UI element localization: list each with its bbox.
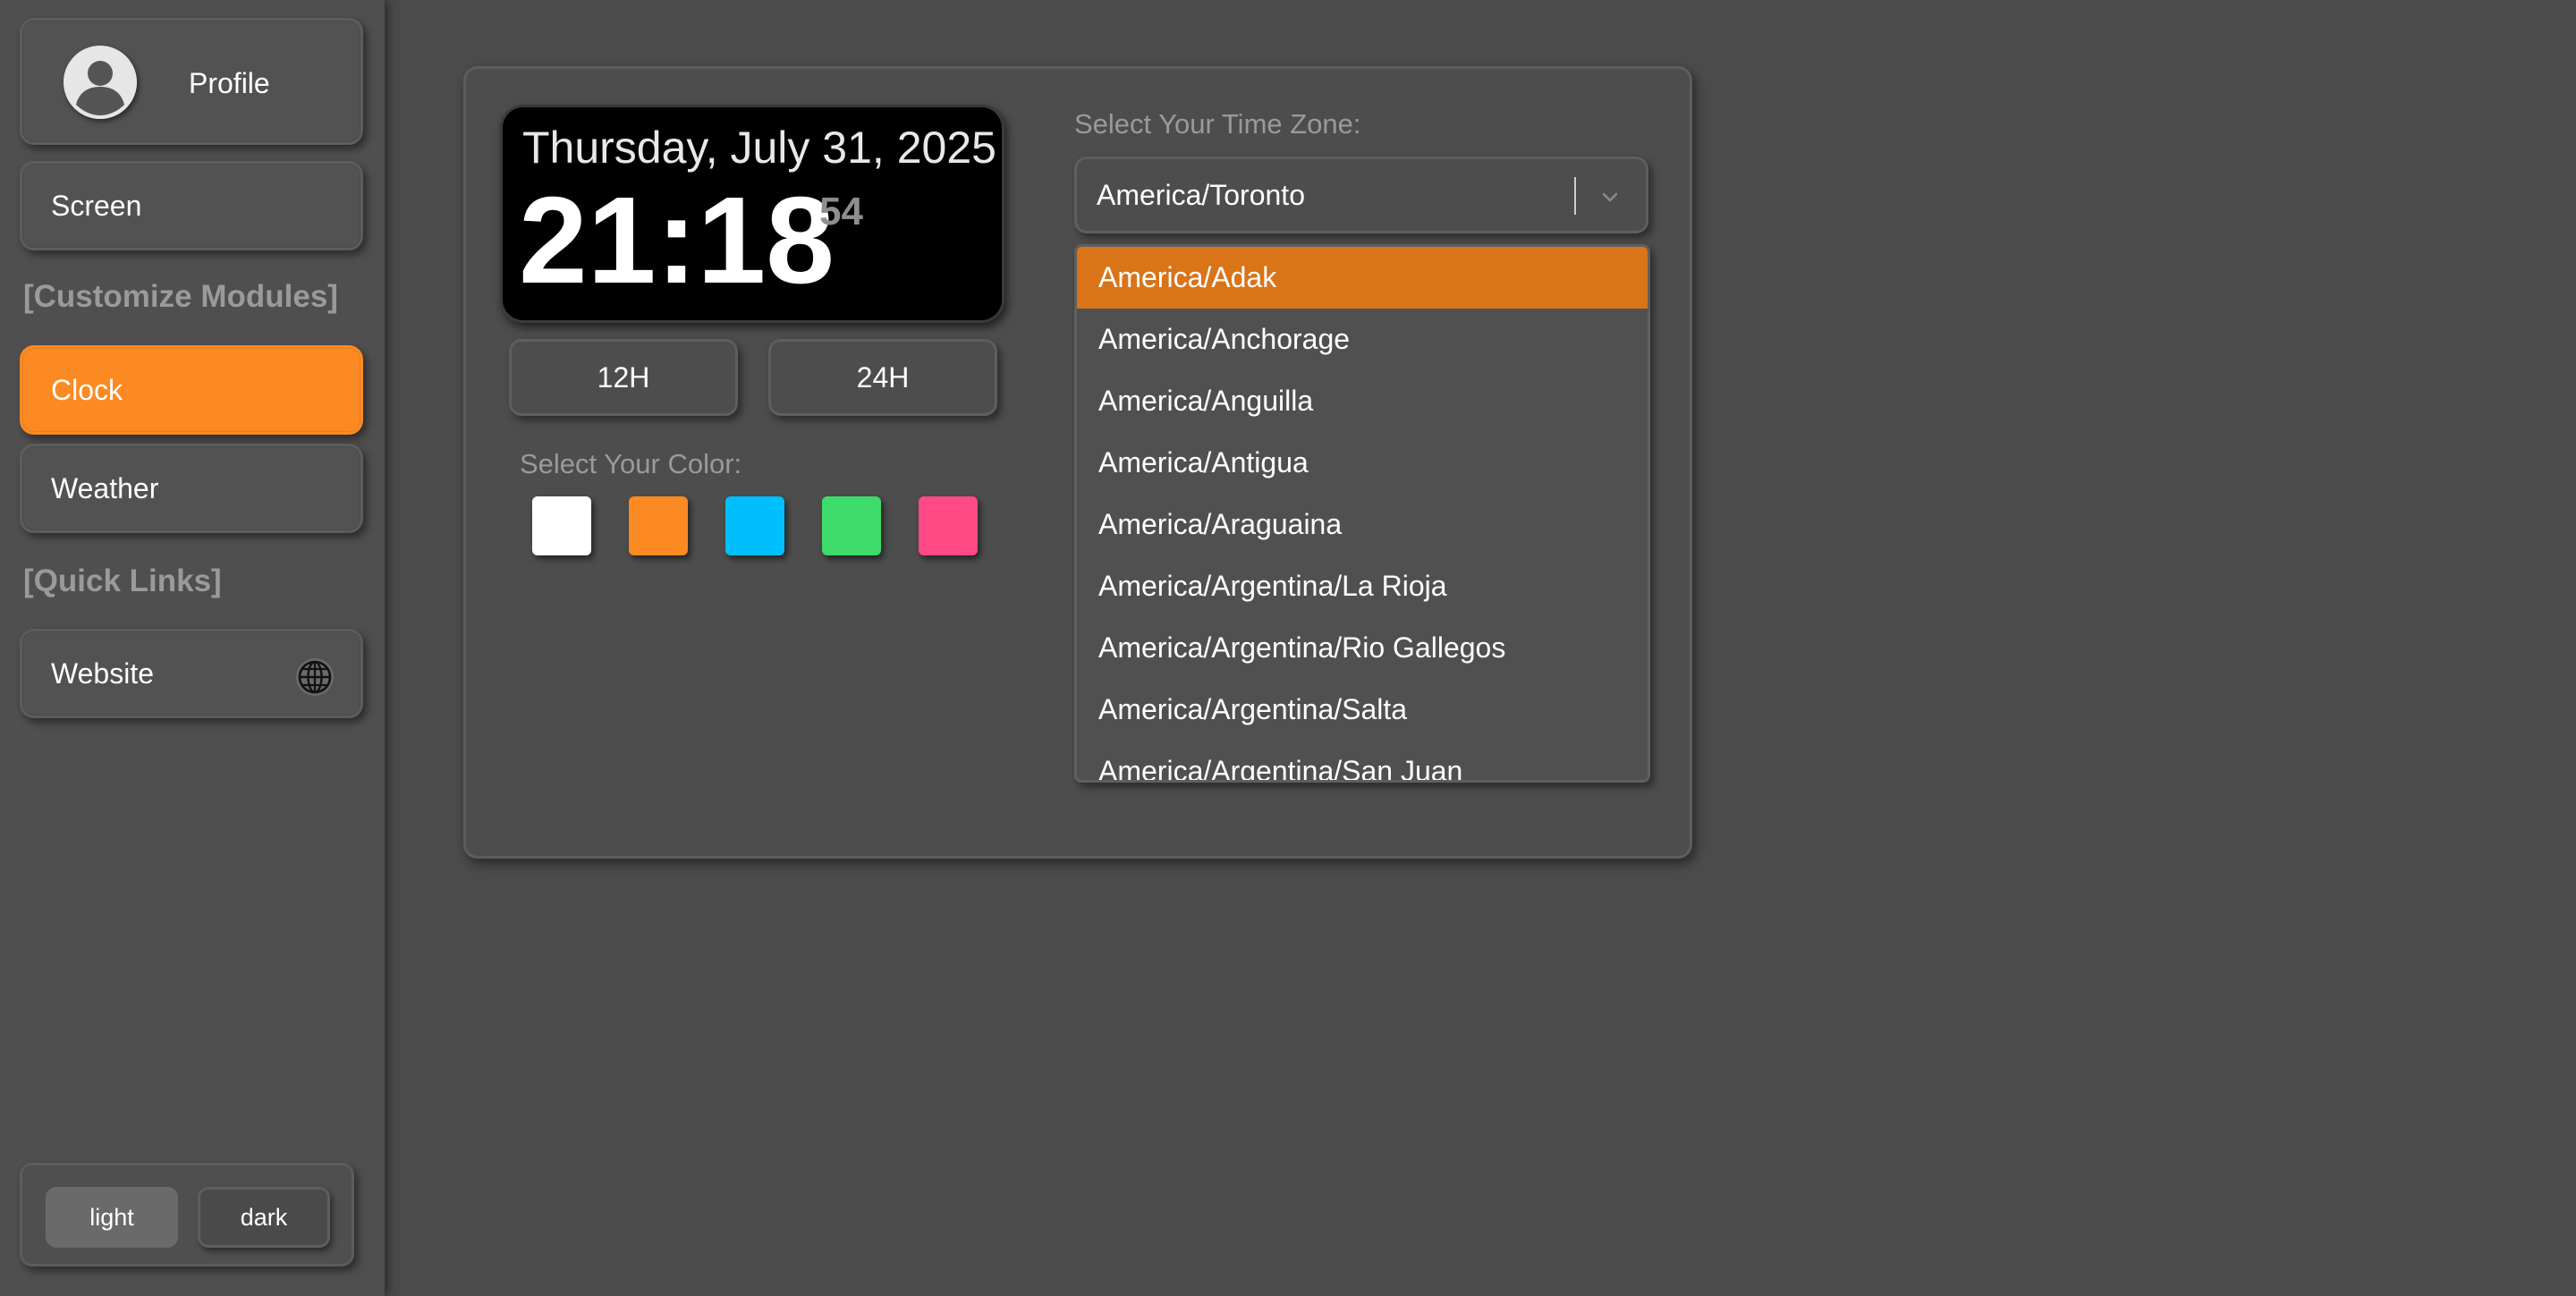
dark-theme-button[interactable]: dark: [198, 1187, 330, 1248]
color-swatch-green[interactable]: [822, 496, 881, 555]
chevron-down-icon[interactable]: [1597, 184, 1623, 209]
quick-links-heading: [Quick Links]: [23, 563, 222, 598]
clock-date: Thursday, July 31, 2025: [522, 123, 996, 173]
weather-label: Weather: [51, 471, 159, 504]
clock-preview: Thursday, July 31, 2025 21:18 54: [500, 105, 1004, 323]
format-24h-button[interactable]: 24H: [768, 339, 997, 416]
weather-module-button[interactable]: Weather: [20, 444, 363, 533]
timezone-option[interactable]: America/Argentina/San Juan: [1077, 741, 1648, 780]
clock-settings-panel: Thursday, July 31, 2025 21:18 54 12H 24H…: [463, 66, 1692, 859]
profile-button[interactable]: Profile: [20, 18, 363, 145]
timezone-option[interactable]: America/Anchorage: [1077, 309, 1648, 370]
clock-label: Clock: [51, 373, 123, 406]
globe-icon: [294, 656, 335, 698]
color-swatch-pink[interactable]: [919, 496, 978, 555]
timezone-dropdown-list[interactable]: America/Adak America/Anchorage America/A…: [1074, 244, 1650, 783]
timezone-select[interactable]: America/Toronto: [1074, 157, 1648, 233]
color-picker-label: Select Your Color:: [520, 448, 742, 479]
user-avatar-icon: [64, 46, 137, 119]
color-swatch-orange[interactable]: [629, 496, 688, 555]
timezone-option[interactable]: America/Araguaina: [1077, 494, 1648, 555]
clock-module-button[interactable]: Clock: [20, 345, 363, 435]
timezone-label: Select Your Time Zone:: [1074, 108, 1361, 140]
color-swatch-blue[interactable]: [725, 496, 784, 555]
timezone-option[interactable]: America/Antigua: [1077, 432, 1648, 494]
website-link-button[interactable]: Website: [20, 629, 363, 718]
light-theme-button[interactable]: light: [46, 1187, 178, 1248]
timezone-option[interactable]: America/Argentina/Rio Gallegos: [1077, 617, 1648, 679]
timezone-option[interactable]: America/Argentina/La Rioja: [1077, 555, 1648, 617]
customize-modules-heading: [Customize Modules]: [23, 279, 338, 314]
clock-seconds: 54: [819, 190, 863, 233]
format-12h-button[interactable]: 12H: [509, 339, 738, 416]
screen-button[interactable]: Screen: [20, 161, 363, 250]
profile-label: Profile: [189, 67, 270, 99]
screen-label: Screen: [51, 189, 142, 222]
select-separator: [1574, 177, 1576, 215]
color-swatch-white[interactable]: [532, 496, 591, 555]
website-label: Website: [51, 656, 155, 690]
sidebar: Profile Screen [Customize Modules] Clock…: [0, 0, 385, 1296]
theme-toggle: light dark: [20, 1163, 354, 1266]
timezone-option[interactable]: America/Anguilla: [1077, 370, 1648, 432]
timezone-selected-value: America/Toronto: [1097, 179, 1305, 211]
timezone-option[interactable]: America/Adak: [1077, 247, 1648, 309]
timezone-option[interactable]: America/Argentina/Salta: [1077, 679, 1648, 741]
clock-time: 21:18: [519, 172, 835, 309]
